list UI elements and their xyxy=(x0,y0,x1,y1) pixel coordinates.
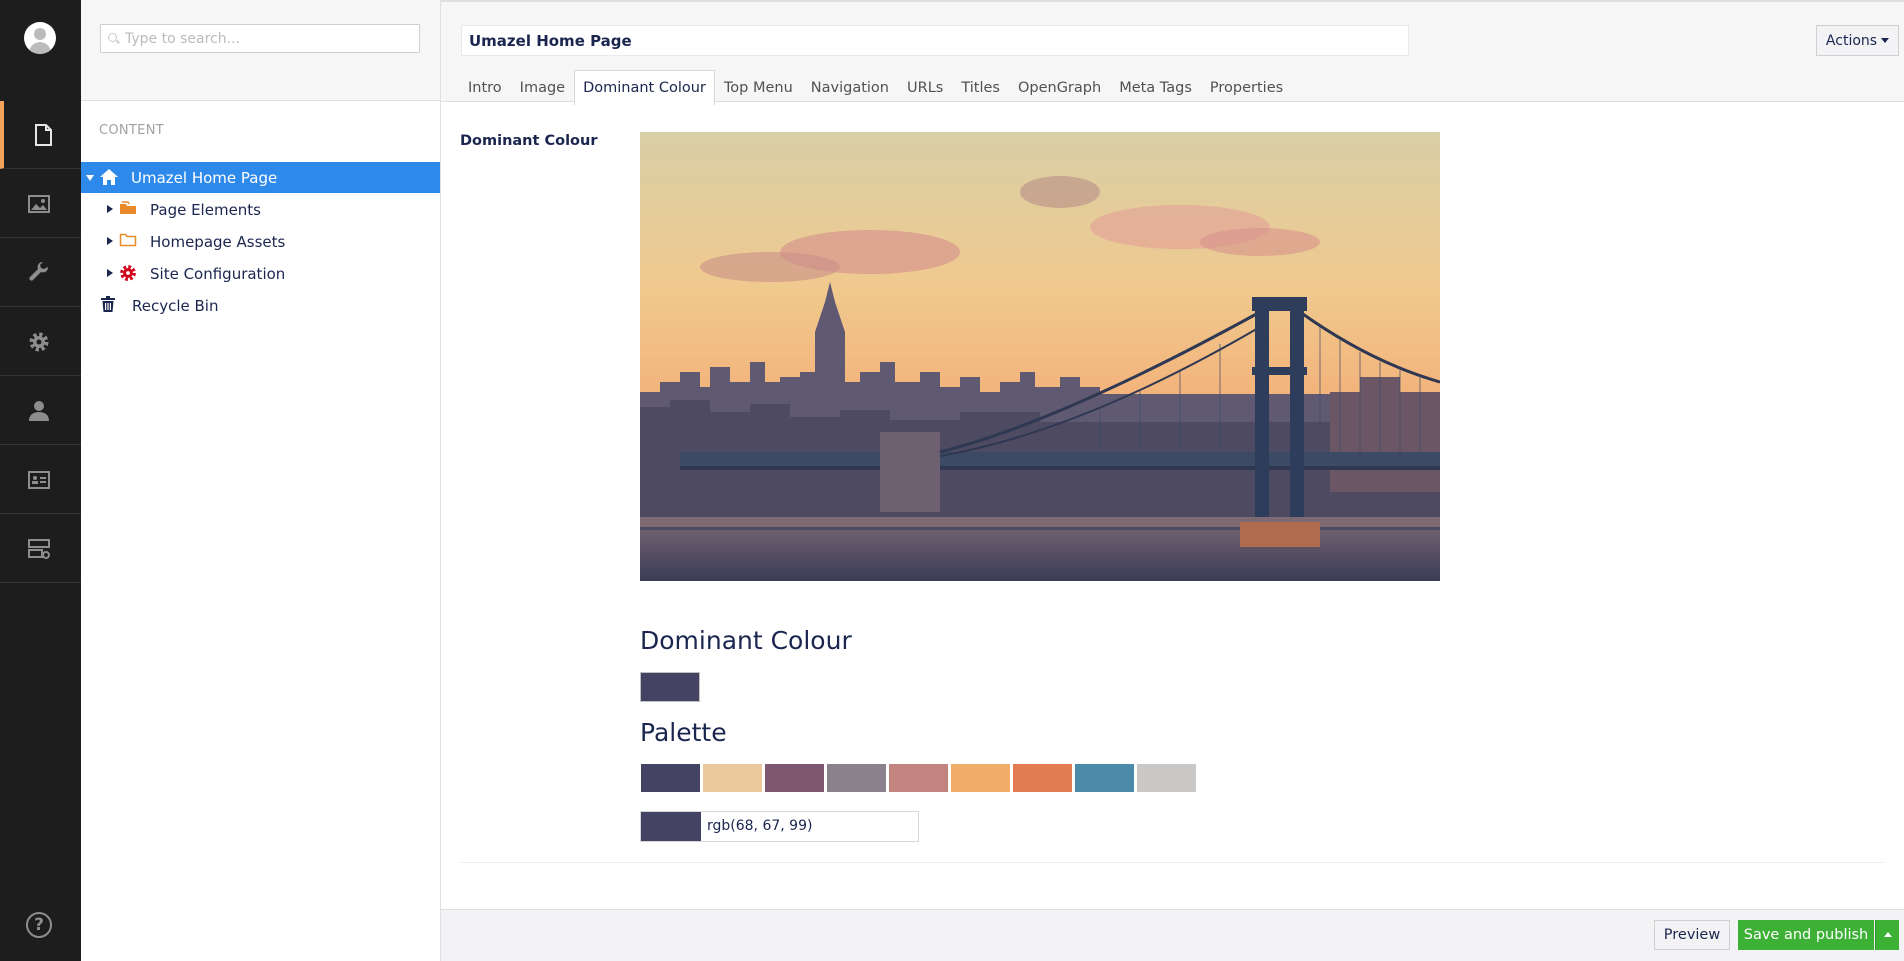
palette-swatch[interactable] xyxy=(950,763,1011,793)
selected-colour-swatch[interactable] xyxy=(641,812,701,841)
palette-swatch[interactable] xyxy=(1012,763,1073,793)
section-packages[interactable] xyxy=(0,308,81,376)
palette-heading: Palette xyxy=(640,718,727,747)
tree-item-page-elements[interactable]: Page Elements xyxy=(81,194,440,225)
home-icon xyxy=(99,168,121,188)
tree-item-homepage-assets[interactable]: Homepage Assets xyxy=(81,226,440,257)
tab-image[interactable]: Image xyxy=(511,70,574,104)
image-icon xyxy=(28,195,50,213)
palette-swatches xyxy=(640,763,1198,793)
editor-tabs: Intro Image Dominant Colour Top Menu Nav… xyxy=(459,70,1292,105)
folder-icon xyxy=(119,232,141,252)
collapse-caret-icon[interactable] xyxy=(85,173,95,183)
tab-properties[interactable]: Properties xyxy=(1201,70,1292,104)
section-media[interactable] xyxy=(0,170,81,238)
tree-item-site-configuration[interactable]: Site Configuration xyxy=(81,258,440,289)
node-name-input[interactable] xyxy=(461,25,1409,56)
expand-caret-icon[interactable] xyxy=(105,204,115,215)
tree-section-heading: CONTENT xyxy=(99,123,164,138)
content-tree-panel: CONTENT Umazel Home Page Page Elements H… xyxy=(81,0,441,961)
dominant-colour-heading: Dominant Colour xyxy=(640,626,852,655)
actions-label: Actions xyxy=(1825,32,1878,49)
app-sections-bar: ? xyxy=(0,0,81,961)
user-icon xyxy=(29,401,49,421)
preview-button[interactable]: Preview xyxy=(1654,920,1730,950)
expand-caret-icon[interactable] xyxy=(105,268,115,279)
search-input[interactable] xyxy=(125,25,415,52)
gear-icon xyxy=(29,332,49,352)
property-divider xyxy=(460,862,1885,863)
colour-picker[interactable]: rgb(68, 67, 99) xyxy=(640,811,919,842)
form-layout-icon xyxy=(28,539,50,559)
tab-titles[interactable]: Titles xyxy=(952,70,1009,104)
id-card-icon xyxy=(28,471,50,489)
settings-gear-icon xyxy=(119,264,141,284)
palette-swatch[interactable] xyxy=(826,763,887,793)
selected-colour-value: rgb(68, 67, 99) xyxy=(707,818,813,834)
palette-swatch[interactable] xyxy=(640,763,701,793)
actions-button[interactable]: Actions xyxy=(1816,25,1899,56)
tab-intro[interactable]: Intro xyxy=(459,70,511,104)
tree-item-label: Homepage Assets xyxy=(150,232,286,251)
tab-meta-tags[interactable]: Meta Tags xyxy=(1110,70,1201,104)
publish-options-chevron-up-icon[interactable] xyxy=(1875,920,1899,950)
editor-footer: Preview Save and publish xyxy=(441,909,1904,961)
editor-header: Actions Intro Image Dominant Colour Top … xyxy=(441,0,1904,105)
tree-item-label: Page Elements xyxy=(150,200,261,219)
search-icon xyxy=(108,33,117,42)
save-and-publish-button[interactable]: Save and publish xyxy=(1738,920,1874,950)
section-content[interactable] xyxy=(0,101,81,169)
expand-caret-icon[interactable] xyxy=(105,236,115,247)
bridge-skyline-photo xyxy=(640,132,1440,581)
tree-item-umazel-home-page[interactable]: Umazel Home Page xyxy=(81,162,440,193)
tree-item-recycle-bin[interactable]: Recycle Bin xyxy=(81,290,440,321)
tree-search-area xyxy=(81,0,440,101)
tab-opengraph[interactable]: OpenGraph xyxy=(1009,70,1110,104)
search-box xyxy=(100,24,420,53)
section-users[interactable] xyxy=(0,377,81,445)
palette-swatch[interactable] xyxy=(1074,763,1135,793)
dominant-colour-swatch xyxy=(640,672,700,702)
user-avatar[interactable] xyxy=(24,22,56,54)
tab-navigation[interactable]: Navigation xyxy=(802,70,898,104)
section-settings[interactable] xyxy=(0,239,81,307)
tree-item-label: Umazel Home Page xyxy=(131,168,278,187)
tree-item-label: Site Configuration xyxy=(150,264,286,283)
tab-dominant-colour[interactable]: Dominant Colour xyxy=(574,70,715,105)
palette-swatch[interactable] xyxy=(888,763,949,793)
editor-main: Actions Intro Image Dominant Colour Top … xyxy=(441,0,1904,961)
property-label: Dominant Colour xyxy=(460,133,598,149)
section-members[interactable] xyxy=(0,446,81,514)
help-icon[interactable]: ? xyxy=(26,912,52,938)
tree-item-label: Recycle Bin xyxy=(132,296,219,315)
document-icon xyxy=(35,124,52,146)
tab-urls[interactable]: URLs xyxy=(898,70,952,104)
wrench-icon xyxy=(29,261,49,281)
folder-open-icon xyxy=(119,200,141,220)
tab-top-menu[interactable]: Top Menu xyxy=(715,70,802,104)
chevron-down-icon xyxy=(1881,38,1890,43)
palette-swatch[interactable] xyxy=(702,763,763,793)
palette-swatch[interactable] xyxy=(1136,763,1197,793)
section-forms[interactable] xyxy=(0,515,81,583)
trash-icon xyxy=(101,295,123,316)
palette-swatch[interactable] xyxy=(764,763,825,793)
